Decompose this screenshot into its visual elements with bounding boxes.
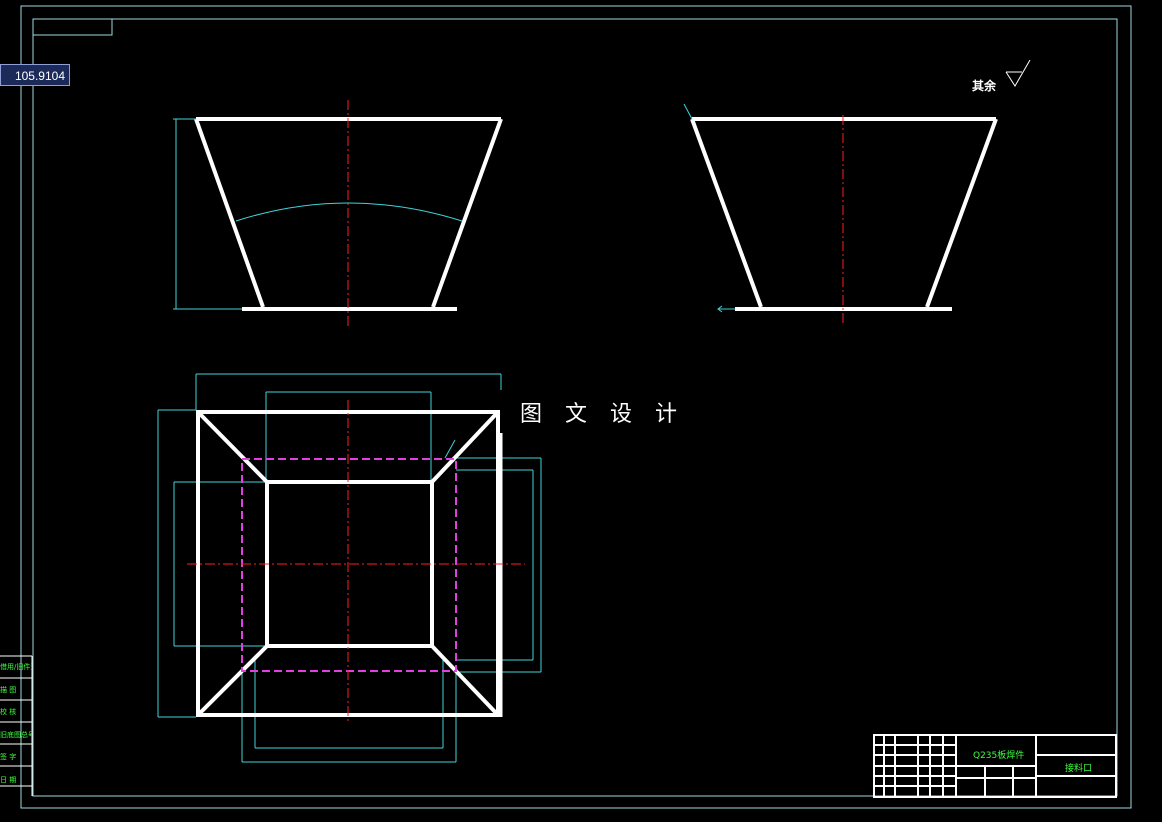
roughness-symbol (1005, 59, 1031, 87)
coordinate-tooltip: 105.9104 (0, 64, 70, 86)
revision-label: 借用/旧件登记 (0, 663, 32, 671)
revision-labels: 借用/旧件登记 描 图 校 核 旧底图总号 签 字 日 期 (0, 656, 32, 791)
title-block-code: 接料口 (1065, 764, 1093, 774)
revision-label: 日 期 (0, 775, 17, 784)
roughness-note: 其余 (972, 79, 997, 93)
revision-label: 校 核 (0, 708, 17, 716)
revision-label: 签 字 (0, 753, 17, 761)
side-view (683, 103, 998, 325)
watermark-text: 图 文 设 计 (520, 402, 685, 427)
front-view (173, 100, 503, 328)
title-block-material: Q235板焊件 (973, 751, 1025, 761)
revision-label: 描 图 (0, 685, 17, 694)
top-view (157, 373, 542, 763)
revision-label: 旧底图总号 (0, 730, 32, 739)
